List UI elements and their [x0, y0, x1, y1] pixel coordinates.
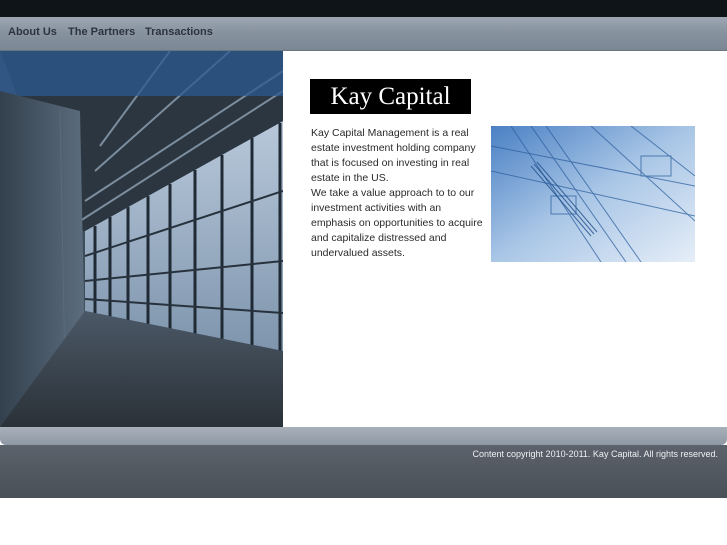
nav-the-partners[interactable]: The Partners	[68, 26, 135, 38]
main-content: Kay Capital Kay Capital Management is a …	[0, 51, 727, 427]
nav-about-us[interactable]: About Us	[8, 26, 57, 38]
copyright-text: Content copyright 2010-2011. Kay Capital…	[472, 449, 718, 459]
intro-paragraph-2: We take a value approach to to our inves…	[311, 187, 483, 259]
footer-bar	[0, 427, 727, 445]
footer: Content copyright 2010-2011. Kay Capital…	[0, 445, 727, 498]
intro-paragraph-1: Kay Capital Management is a real estate …	[311, 127, 476, 184]
top-bar	[0, 0, 727, 17]
logo: Kay Capital	[310, 79, 471, 114]
logo-text: Kay Capital	[330, 83, 451, 110]
corridor-photo	[0, 51, 283, 427]
main-navigation: About Us The Partners Transactions	[0, 17, 727, 51]
intro-text: Kay Capital Management is a real estate …	[311, 126, 487, 261]
blueprint-photo	[491, 126, 695, 262]
nav-transactions[interactable]: Transactions	[145, 26, 213, 38]
